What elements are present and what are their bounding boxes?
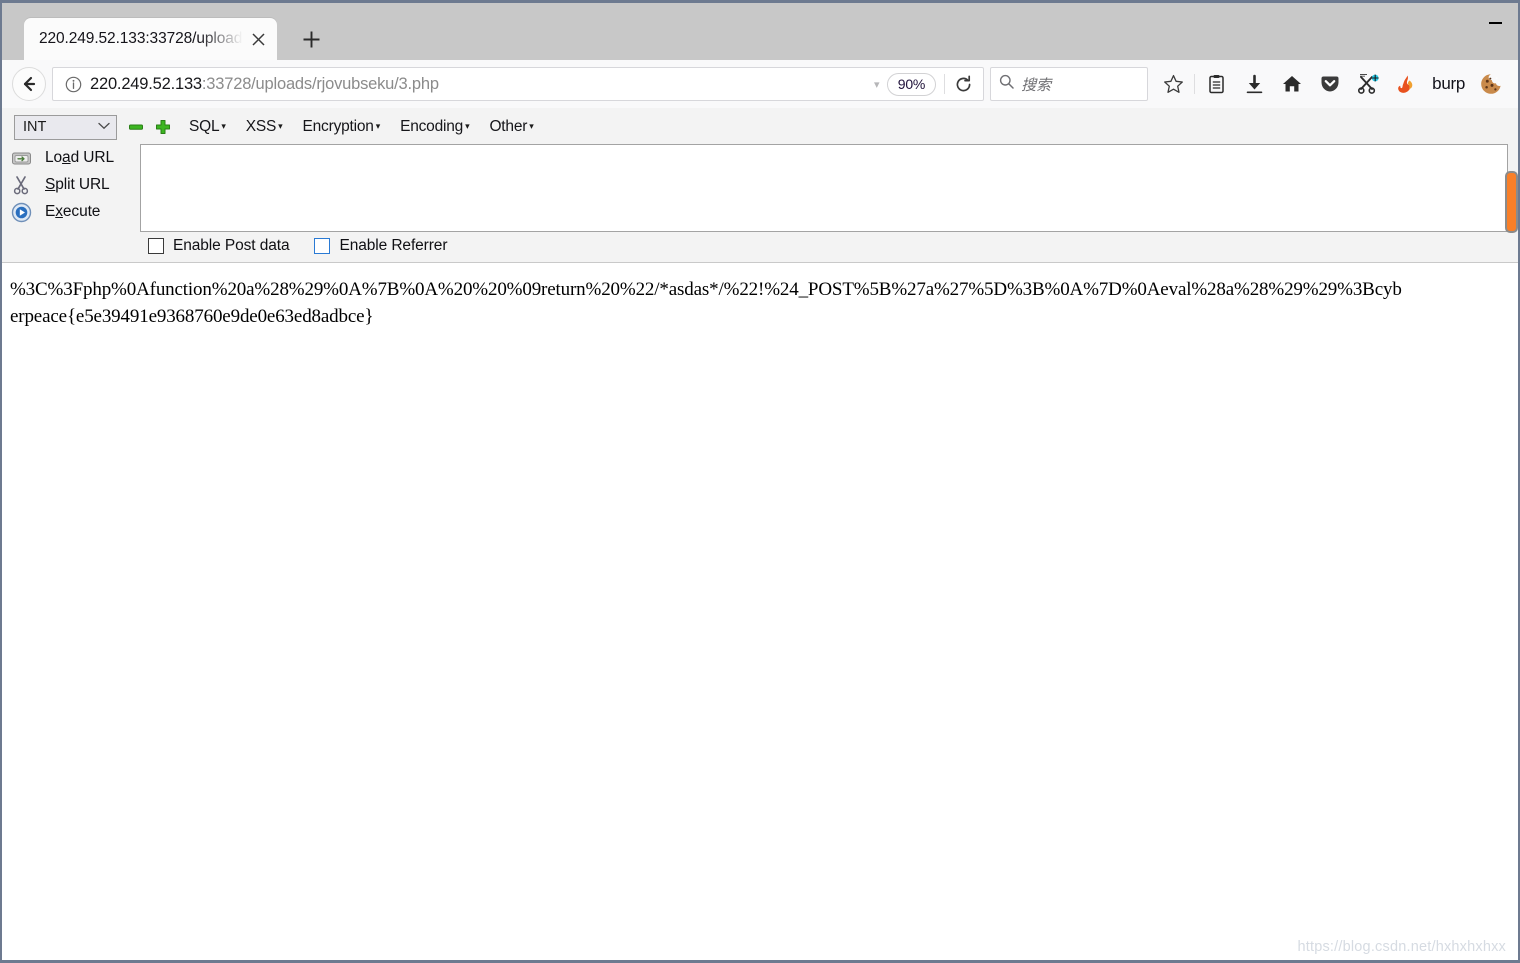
flame-icon[interactable] bbox=[1387, 66, 1425, 102]
home-icon[interactable] bbox=[1273, 66, 1311, 102]
library-icon[interactable] bbox=[1197, 66, 1235, 102]
close-icon[interactable] bbox=[245, 26, 271, 52]
minimize-button[interactable] bbox=[1472, 6, 1518, 40]
load-url-label: Load URL bbox=[45, 149, 115, 166]
back-button[interactable] bbox=[10, 65, 48, 103]
menu-other-label: Other bbox=[489, 118, 528, 135]
hackbar-icon[interactable] bbox=[1349, 66, 1387, 102]
navigation-toolbar: 220.249.52.133:33728/uploads/rjovubseku/… bbox=[2, 60, 1518, 108]
checkbox-box[interactable] bbox=[148, 238, 164, 254]
page-body-text: %3C%3Fphp%0Afunction%20a%28%29%0A%7B%0A%… bbox=[10, 279, 1402, 327]
cookie-icon[interactable] bbox=[1472, 66, 1510, 102]
window-controls bbox=[1472, 3, 1518, 43]
url-text: 220.249.52.133:33728/uploads/rjovubseku/… bbox=[90, 75, 867, 94]
hackbar-main-row: Load URL Split URL Execute bbox=[2, 144, 1518, 232]
minimize-icon bbox=[1488, 22, 1502, 24]
tab-title: 220.249.52.133:33728/uploads bbox=[39, 30, 245, 47]
chevron-down-icon bbox=[98, 122, 110, 133]
chevron-down-icon: ▾ bbox=[529, 121, 534, 131]
toolbar-divider bbox=[944, 74, 946, 94]
menu-xss[interactable]: XSS ▾ bbox=[246, 118, 283, 136]
chevron-down-icon: ▾ bbox=[465, 121, 470, 131]
menu-encoding-label: Encoding bbox=[400, 118, 464, 135]
execute-label: Execute bbox=[45, 203, 101, 220]
url-host: 220.249.52.133 bbox=[90, 74, 202, 93]
menu-encryption[interactable]: Encryption ▾ bbox=[303, 118, 381, 136]
load-url-button[interactable]: Load URL bbox=[10, 147, 140, 169]
address-bar[interactable]: 220.249.52.133:33728/uploads/rjovubseku/… bbox=[52, 67, 985, 101]
split-url-button[interactable]: Split URL bbox=[10, 174, 140, 196]
zoom-level-badge[interactable]: 90% bbox=[886, 72, 937, 96]
star-icon[interactable] bbox=[1154, 66, 1192, 102]
hackbar-panel: INT SQL ▾ XSS ▾ Encryption ▾ Encoding ▾ … bbox=[2, 108, 1518, 263]
execute-icon bbox=[10, 201, 32, 223]
search-bar[interactable]: 搜索 bbox=[990, 67, 1149, 101]
watermark-text: https://blog.csdn.net/hxhxhxhxx bbox=[1297, 939, 1506, 955]
chevron-down-icon: ▾ bbox=[375, 121, 381, 131]
new-tab-button[interactable] bbox=[291, 19, 331, 59]
menu-xss-label: XSS bbox=[245, 118, 277, 135]
menu-encoding[interactable]: Encoding ▾ bbox=[400, 118, 470, 136]
split-url-label: Split URL bbox=[45, 176, 110, 193]
add-button[interactable] bbox=[155, 119, 171, 135]
checkbox-box[interactable] bbox=[314, 238, 331, 254]
search-input-placeholder[interactable]: 搜索 bbox=[1021, 74, 1051, 95]
hackbar-type-value: INT bbox=[23, 119, 47, 135]
menu-encryption-label: Encryption bbox=[302, 118, 374, 135]
enable-referrer-checkbox[interactable]: Enable Referrer bbox=[314, 237, 447, 255]
hackbar-options-row: Enable Post data Enable Referrer bbox=[2, 232, 1518, 260]
split-url-icon bbox=[10, 174, 32, 196]
tab-strip: 220.249.52.133:33728/uploads bbox=[2, 3, 1518, 60]
reload-icon[interactable] bbox=[947, 69, 979, 99]
menu-sql-label: SQL bbox=[189, 118, 220, 135]
page-content: %3C%3Fphp%0Afunction%20a%28%29%0A%7B%0A%… bbox=[2, 263, 1518, 960]
url-path: :33728/uploads/rjovubseku/3.php bbox=[201, 74, 439, 93]
chevron-down-icon: ▾ bbox=[278, 121, 283, 131]
hackbar-url-textarea[interactable] bbox=[140, 144, 1508, 232]
enable-referrer-label: Enable Referrer bbox=[339, 237, 448, 254]
menu-other[interactable]: Other ▾ bbox=[489, 118, 533, 136]
back-arrow-icon bbox=[12, 67, 46, 101]
chevron-down-icon[interactable]: ▾ bbox=[867, 78, 887, 91]
info-icon[interactable] bbox=[63, 74, 83, 94]
hackbar-type-select[interactable]: INT bbox=[14, 114, 117, 140]
enable-post-data-label: Enable Post data bbox=[173, 237, 290, 254]
load-url-icon bbox=[10, 147, 32, 169]
search-icon bbox=[999, 74, 1014, 94]
remove-button[interactable] bbox=[128, 119, 144, 135]
execute-button[interactable]: Execute bbox=[10, 201, 140, 223]
window-body: 220.249.52.133:33728/uploads 220.249.52.… bbox=[0, 3, 1520, 963]
hackbar-action-list: Load URL Split URL Execute bbox=[10, 144, 140, 232]
burp-button[interactable]: burp bbox=[1425, 74, 1472, 94]
enable-post-data-checkbox[interactable]: Enable Post data bbox=[148, 237, 290, 255]
chevron-down-icon: ▾ bbox=[221, 121, 226, 131]
toolbar-divider-2 bbox=[1194, 74, 1196, 94]
pocket-icon[interactable] bbox=[1311, 66, 1349, 102]
download-icon[interactable] bbox=[1235, 66, 1273, 102]
browser-tab-active[interactable]: 220.249.52.133:33728/uploads bbox=[24, 18, 277, 60]
menu-sql[interactable]: SQL ▾ bbox=[189, 118, 226, 136]
browser-window: 220.249.52.133:33728/uploads 220.249.52.… bbox=[0, 0, 1520, 963]
hackbar-menu-bar: SQL ▾ XSS ▾ Encryption ▾ Encoding ▾ Othe… bbox=[189, 118, 534, 136]
hackbar-toolbar-row: INT SQL ▾ XSS ▾ Encryption ▾ Encoding ▾ … bbox=[2, 112, 1518, 142]
